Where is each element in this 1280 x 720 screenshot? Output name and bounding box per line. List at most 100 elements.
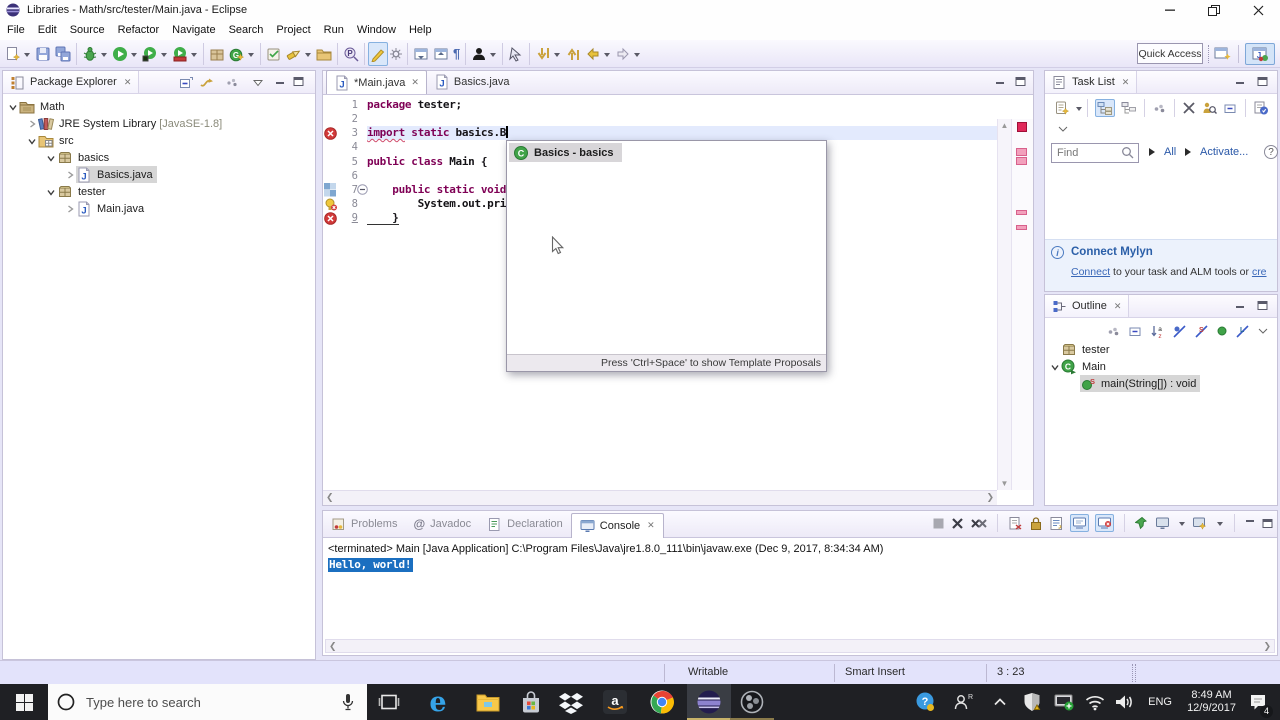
explorer-item-jre-system-library[interactable]: JRE System Library [JavaSE-1.8] (3, 115, 315, 132)
explorer-taskbar-icon[interactable] (466, 684, 510, 720)
open-console-icon[interactable] (1192, 516, 1208, 530)
sort-icon[interactable]: az (1150, 324, 1165, 339)
code-line[interactable]: } (367, 211, 399, 226)
minimize-view-icon[interactable] (275, 80, 286, 90)
explorer-item-src[interactable]: src (3, 132, 315, 149)
all-arrow-icon[interactable] (1149, 148, 1159, 156)
save-icon[interactable] (33, 42, 53, 66)
console-tab-console[interactable]: Console ✕ (570, 512, 664, 538)
volume-tray-icon[interactable] (1109, 684, 1139, 720)
outline-close-icon[interactable]: ✕ (1114, 301, 1122, 312)
next-annotation-icon[interactable] (411, 42, 431, 66)
ruler-mark[interactable] (1016, 210, 1027, 215)
gray-dots-icon[interactable] (1106, 324, 1121, 339)
chevron-down-icon[interactable] (45, 186, 57, 198)
menu-source[interactable]: Source (64, 21, 111, 39)
explorer-item-basics-java[interactable]: J Basics.java (3, 166, 315, 183)
open-task-icon[interactable] (264, 42, 284, 66)
dropdown-arrow-icon[interactable] (490, 52, 497, 60)
outline-tab[interactable]: Outline ✕ (1045, 295, 1130, 317)
view-menu-icon[interactable] (253, 79, 263, 87)
taskbar-search-box[interactable]: Type here to search (48, 684, 367, 720)
open-folder-icon[interactable] (314, 42, 334, 66)
collapse-all-icon[interactable] (179, 75, 194, 90)
search-flashlight-icon[interactable] (284, 42, 314, 66)
run-icon[interactable] (110, 42, 140, 66)
outline-item-main[interactable]: C Main (1045, 358, 1277, 375)
task-list-tab[interactable]: Task List ✕ (1045, 71, 1138, 93)
new-java-project-icon[interactable] (207, 42, 227, 66)
gear-small-icon[interactable] (388, 42, 404, 66)
hide-static-icon[interactable]: S (1194, 324, 1209, 339)
explorer-item-basics[interactable]: basics (3, 149, 315, 166)
window-close-button[interactable] (1236, 0, 1280, 20)
console-horizontal-scrollbar[interactable]: ❮ ❯ (325, 639, 1275, 653)
display-console-icon[interactable] (1155, 516, 1170, 530)
all-link[interactable]: All (1164, 146, 1176, 158)
stop-icon[interactable] (932, 517, 945, 530)
code-line[interactable]: System.out.pri (367, 197, 507, 211)
stdout-icon[interactable] (1070, 514, 1089, 532)
maximize-view-icon[interactable] (1015, 76, 1026, 87)
editor-horizontal-scrollbar[interactable]: ❮ ❯ (323, 490, 997, 505)
prev-annotation-icon[interactable] (431, 42, 451, 66)
view-menu-dots-icon[interactable] (225, 75, 240, 90)
mark-occurrences-icon[interactable] (368, 41, 388, 66)
new-task-icon[interactable] (1054, 100, 1070, 116)
person-tray-icon[interactable]: R (948, 684, 978, 720)
chrome-taskbar-icon[interactable] (640, 684, 684, 720)
collapse-view-icon[interactable] (1223, 101, 1238, 116)
back-arrow-icon[interactable] (583, 42, 613, 66)
lock-icon[interactable] (1029, 516, 1043, 531)
ruler-mark[interactable] (1016, 225, 1027, 230)
occurrence-marker-icon[interactable] (324, 183, 336, 197)
minimize-view-icon[interactable] (1235, 304, 1246, 314)
error-marker-icon[interactable] (324, 211, 337, 225)
defender-tray-icon[interactable] (1017, 684, 1047, 720)
eclipse-taskbar-taskbar-icon[interactable] (687, 684, 731, 720)
chevron-down-icon[interactable] (45, 152, 57, 164)
task-view-taskbar-icon[interactable] (367, 684, 411, 720)
language-indicator[interactable]: ENG (1148, 684, 1172, 720)
chevron-up-tray-icon[interactable] (985, 684, 1015, 720)
menu-navigate[interactable]: Navigate (166, 21, 221, 39)
dropdown-arrow-icon[interactable] (305, 52, 311, 60)
menu-project[interactable]: Project (270, 21, 316, 39)
dropdown-arrow-icon[interactable] (248, 52, 254, 60)
chevron-down-icon[interactable] (26, 135, 38, 147)
window-maximize-button[interactable] (1192, 0, 1236, 20)
activate-arrow-icon[interactable] (1185, 148, 1195, 156)
activate-link[interactable]: Activate... (1200, 146, 1248, 158)
chev-down[interactable] (1257, 327, 1269, 335)
code-line[interactable]: public class Main { (367, 155, 487, 169)
show-whitespace-icon[interactable]: ¶ (451, 42, 462, 66)
code-line[interactable]: import static basics.B (367, 126, 508, 140)
java-perspective-icon[interactable]: J (1245, 43, 1275, 65)
dropdown-arrow-icon[interactable] (1217, 522, 1223, 529)
chevron-down-icon[interactable] (1049, 361, 1061, 373)
completion-item[interactable]: C Basics - basics (509, 143, 622, 162)
chevron-down-icon[interactable] (7, 101, 19, 113)
search-p-icon[interactable]: P (341, 42, 361, 66)
menu-run[interactable]: Run (318, 21, 350, 39)
wifi-tray-icon[interactable] (1080, 684, 1110, 720)
wrap-icon[interactable] (1049, 516, 1064, 531)
dropbox-taskbar-icon[interactable] (549, 684, 593, 720)
menu-search[interactable]: Search (223, 21, 270, 39)
menu-edit[interactable]: Edit (32, 21, 63, 39)
open-perspective-icon[interactable] (1214, 45, 1232, 61)
up-bar-icon[interactable] (563, 42, 583, 66)
min-icon[interactable] (1245, 518, 1256, 528)
ruler-mark[interactable] (1016, 148, 1027, 156)
console-tab-javadoc[interactable]: @ Javadoc (405, 511, 479, 537)
code-line[interactable]: public static void (367, 183, 506, 197)
explorer-item-tester[interactable]: tester (3, 183, 315, 200)
quickfix-marker-icon[interactable] (324, 198, 337, 211)
max-icon[interactable] (1262, 518, 1273, 529)
package-explorer-close-icon[interactable]: ✕ (124, 77, 132, 88)
explorer-item-math[interactable]: Math (3, 98, 315, 115)
help-icon[interactable]: ? (1264, 145, 1278, 159)
tree-mode2-icon[interactable] (1121, 101, 1137, 115)
editor-tab-close-icon[interactable]: ✕ (411, 77, 419, 88)
green-dot-icon[interactable] (1216, 325, 1228, 337)
